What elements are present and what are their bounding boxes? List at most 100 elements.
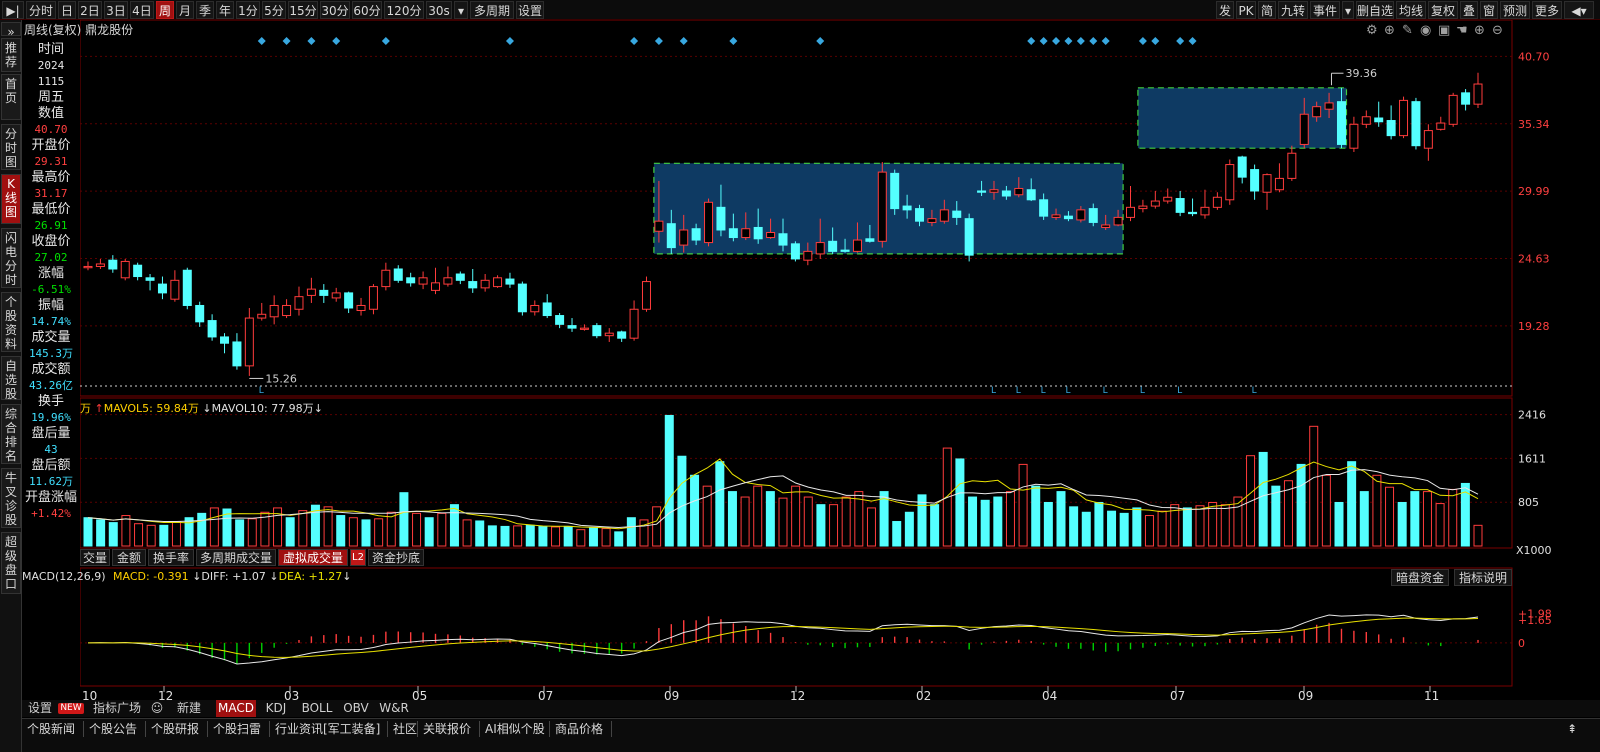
event-diamond-icon[interactable] xyxy=(332,37,341,45)
event-diamond-icon[interactable] xyxy=(1089,37,1098,45)
volume-tab[interactable]: 虚拟成交量 xyxy=(278,549,348,566)
lock-icon[interactable]: ▣ xyxy=(1438,23,1450,38)
toolbar-right-item[interactable]: 删自选 xyxy=(1356,1,1394,19)
dark-pool-button[interactable]: 暗盘资金 xyxy=(1391,569,1449,586)
eye-icon[interactable]: ◉ xyxy=(1420,23,1431,38)
volume-tab[interactable]: 交量 xyxy=(80,549,110,566)
event-diamond-icon[interactable] xyxy=(257,37,266,45)
event-diamond-icon[interactable] xyxy=(729,37,738,45)
volume-tab[interactable]: 金额 xyxy=(112,549,146,566)
toolbar-item[interactable]: 设置 xyxy=(516,1,544,19)
news-tab[interactable]: 商品价格 xyxy=(550,721,612,737)
news-tab[interactable]: 个股公告 xyxy=(84,721,146,737)
event-diamond-icon[interactable] xyxy=(1188,37,1197,45)
sidebar-item[interactable]: 个股资料 xyxy=(1,292,21,352)
indicator-tab[interactable]: 设置 xyxy=(24,700,56,717)
sidebar-item[interactable]: 超级盘口 xyxy=(1,532,21,594)
zoom-out-icon[interactable]: ⊖ xyxy=(1492,23,1503,38)
toolbar-item[interactable]: 季 xyxy=(196,1,214,19)
toolbar-item[interactable]: ▶| xyxy=(2,1,24,19)
toolbar-right-item[interactable]: PK xyxy=(1236,1,1256,19)
toolbar-right-item[interactable]: 复权 xyxy=(1428,1,1458,19)
indicator-tab[interactable]: MACD xyxy=(216,700,256,717)
sidebar-item[interactable]: K线图 xyxy=(1,174,21,224)
toolbar-right-item[interactable]: 叠 xyxy=(1460,1,1478,19)
sidebar-item[interactable]: 牛叉诊股 xyxy=(1,468,21,528)
volume-tab[interactable]: 多周期成交量 xyxy=(196,549,276,566)
indicator-tab[interactable]: KDJ xyxy=(258,700,294,717)
event-diamond-icon[interactable] xyxy=(816,37,825,45)
news-tab[interactable]: 个股研报 xyxy=(146,721,208,737)
sidebar-item[interactable]: 闪电分时 xyxy=(1,228,21,288)
event-diamond-icon[interactable] xyxy=(1151,37,1160,45)
toolbar-item[interactable]: 3日 xyxy=(104,1,128,19)
toolbar-right-item[interactable]: 窗 xyxy=(1480,1,1498,19)
toolbar-item[interactable]: ▾ xyxy=(454,1,468,19)
toolbar-right-item[interactable]: 九转 xyxy=(1278,1,1308,19)
settings-icon[interactable]: ⚙ xyxy=(1366,23,1378,38)
toolbar-right-item[interactable]: 均线 xyxy=(1396,1,1426,19)
toolbar-item[interactable]: 30分 xyxy=(320,1,350,19)
volume-tab[interactable]: 资金抄底 xyxy=(368,549,424,566)
sidebar-item[interactable]: » xyxy=(1,22,21,39)
volume-tab[interactable]: L2 xyxy=(350,549,366,566)
toolbar-right-item[interactable]: 预测 xyxy=(1500,1,1530,19)
event-diamond-icon[interactable] xyxy=(282,37,291,45)
toolbar-item[interactable]: 60分 xyxy=(352,1,382,19)
toolbar-item[interactable]: 多周期 xyxy=(470,1,514,19)
toolbar-item[interactable]: 日 xyxy=(58,1,76,19)
event-diamond-icon[interactable] xyxy=(1138,37,1147,45)
news-tab[interactable]: 社区 xyxy=(388,721,418,737)
toolbar-right-item[interactable]: 事件 xyxy=(1310,1,1340,19)
toolbar-right-item[interactable]: ◀▾ xyxy=(1564,1,1594,19)
event-diamond-icon[interactable] xyxy=(505,37,514,45)
toolbar-item[interactable]: 15分 xyxy=(288,1,318,19)
toolbar-item[interactable]: 分时 xyxy=(26,1,56,19)
indicator-tab[interactable]: OBV xyxy=(340,700,372,717)
zoom-in-icon[interactable]: ⊕ xyxy=(1474,23,1485,38)
event-diamond-icon[interactable] xyxy=(630,37,639,45)
news-tab[interactable]: 行业资讯[军工装备] xyxy=(270,721,388,737)
news-tab[interactable]: 关联报价 xyxy=(418,721,480,737)
event-diamond-icon[interactable] xyxy=(1052,37,1061,45)
toolbar-item[interactable]: 1分 xyxy=(236,1,260,19)
indicator-tab[interactable]: 新建 xyxy=(164,700,214,717)
event-diamond-icon[interactable] xyxy=(381,37,390,45)
indicator-tab[interactable]: 指标广场 xyxy=(86,700,148,717)
kline-chart-svg[interactable]: 40.70 35.34 29.99 24.63 19.28 15.26 39.36 L L L L L… xyxy=(79,19,1600,703)
indicator-tab[interactable]: BOLL xyxy=(296,700,338,717)
hand-icon[interactable]: ☚ xyxy=(1456,23,1468,38)
scroll-top-icon[interactable]: ⇞ xyxy=(1562,721,1592,737)
toolbar-item[interactable]: 4日 xyxy=(130,1,154,19)
toolbar-item[interactable]: 30s xyxy=(426,1,452,19)
toolbar-right-item[interactable]: 发 xyxy=(1216,1,1234,19)
pen-icon[interactable]: ✎ xyxy=(1402,23,1413,38)
toolbar-right-item[interactable]: 更多 xyxy=(1532,1,1562,19)
indicator-tab[interactable]: W&R xyxy=(374,700,414,717)
event-diamond-icon[interactable] xyxy=(1101,37,1110,45)
toolbar-item[interactable]: 年 xyxy=(216,1,234,19)
event-diamond-icon[interactable] xyxy=(1039,37,1048,45)
toolbar-item[interactable]: 120分 xyxy=(384,1,424,19)
toolbar-right-item[interactable]: ▾ xyxy=(1342,1,1354,19)
sidebar-item[interactable]: 推荐 xyxy=(1,38,21,72)
toolbar-item[interactable]: 2日 xyxy=(78,1,102,19)
sidebar-item[interactable]: 分时图 xyxy=(1,124,21,170)
toolbar-item[interactable]: 周 xyxy=(156,1,174,19)
event-diamond-icon[interactable] xyxy=(1027,37,1036,45)
volume-tab[interactable]: 换手率 xyxy=(148,549,194,566)
event-diamond-icon[interactable] xyxy=(654,37,663,45)
sidebar-item[interactable]: 综合排名 xyxy=(1,404,21,464)
event-diamond-icon[interactable] xyxy=(1076,37,1085,45)
news-tab[interactable]: 个股新闻 xyxy=(22,721,84,737)
toolbar-item[interactable]: 5分 xyxy=(262,1,286,19)
sidebar-item[interactable]: 自选股 xyxy=(1,356,21,401)
sidebar-item[interactable]: 首页 xyxy=(1,74,21,120)
chart-window[interactable]: 40.70 35.34 29.99 24.63 19.28 15.26 39.36 L L L L L… xyxy=(79,19,1600,717)
event-diamond-icon[interactable] xyxy=(679,37,688,45)
toolbar-right-item[interactable]: 简 xyxy=(1258,1,1276,19)
indicator-help-button[interactable]: 指标说明 xyxy=(1454,569,1512,586)
event-diamond-icon[interactable] xyxy=(1176,37,1185,45)
event-diamond-icon[interactable] xyxy=(1064,37,1073,45)
event-diamond-icon[interactable] xyxy=(307,37,316,45)
